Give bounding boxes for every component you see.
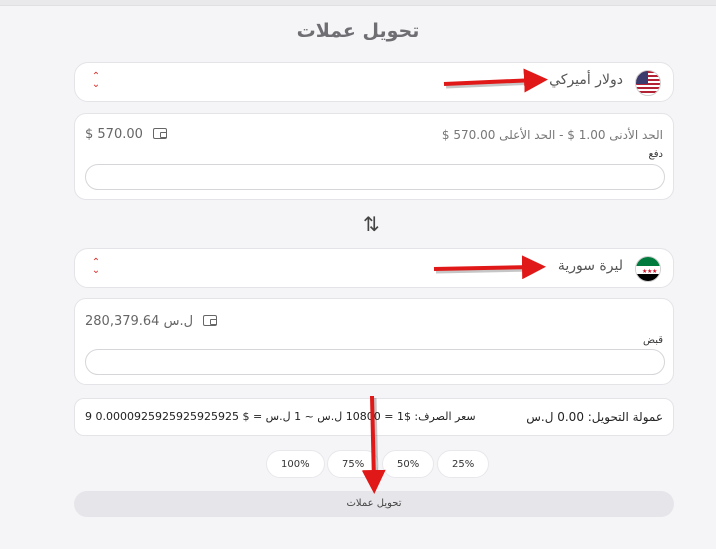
page-title: تحويل عملات [296,20,420,42]
exchange-rate-text: سعر الصرف: $1 = 10800 ل.س ~ 1 ل.س = $ 0.… [85,410,476,423]
receive-panel: ل.س 280,379.64 قبض [74,298,674,385]
conversion-info: عمولة التحويل: 0.00 ل.س سعر الصرف: $1 = … [74,398,674,436]
receive-balance: ل.س 280,379.64 [85,314,218,329]
commission-text: عمولة التحويل: 0.00 ل.س [526,410,663,424]
pay-label: دفع [648,149,663,160]
top-border [0,0,716,6]
pay-limits: الحد الأدنى 1.00 $ - الحد الأعلى 570.00 … [441,128,663,142]
syria-flag-icon: ★ ★ ★ [635,256,661,282]
percent-75-button[interactable]: 75% [327,450,380,478]
convert-submit-button[interactable]: تحويل عملات [74,491,674,517]
pay-balance: $ 570.00 [85,127,168,142]
pay-panel: $ 570.00 الحد الأدنى 1.00 $ - الحد الأعل… [74,113,674,200]
receive-label: قبض [642,335,663,346]
receive-balance-value: ل.س 280,379.64 [85,314,194,329]
swap-icon[interactable]: ⇅ [363,212,380,236]
to-currency-label: ليرة سورية [557,258,623,274]
from-currency-select[interactable]: ⌃ ⌄ دولار أميركي [74,62,674,102]
svg-text:★: ★ [652,268,657,275]
wallet-icon [203,315,218,326]
wallet-icon [153,128,168,139]
receive-amount-input[interactable] [85,349,665,375]
from-currency-label: دولار أميركي [549,72,623,88]
chevron-up-down-icon: ⌃ ⌄ [91,71,101,90]
percent-100-button[interactable]: 100% [266,450,325,478]
us-flag-icon [635,70,661,96]
chevron-up-down-icon: ⌃ ⌄ [91,257,101,276]
to-currency-select[interactable]: ⌃ ⌄ ليرة سورية ★ ★ ★ [74,248,674,288]
pay-balance-value: $ 570.00 [85,127,143,142]
pay-amount-input[interactable] [85,164,665,190]
percent-25-button[interactable]: 25% [437,450,490,478]
percent-50-button[interactable]: 50% [382,450,435,478]
